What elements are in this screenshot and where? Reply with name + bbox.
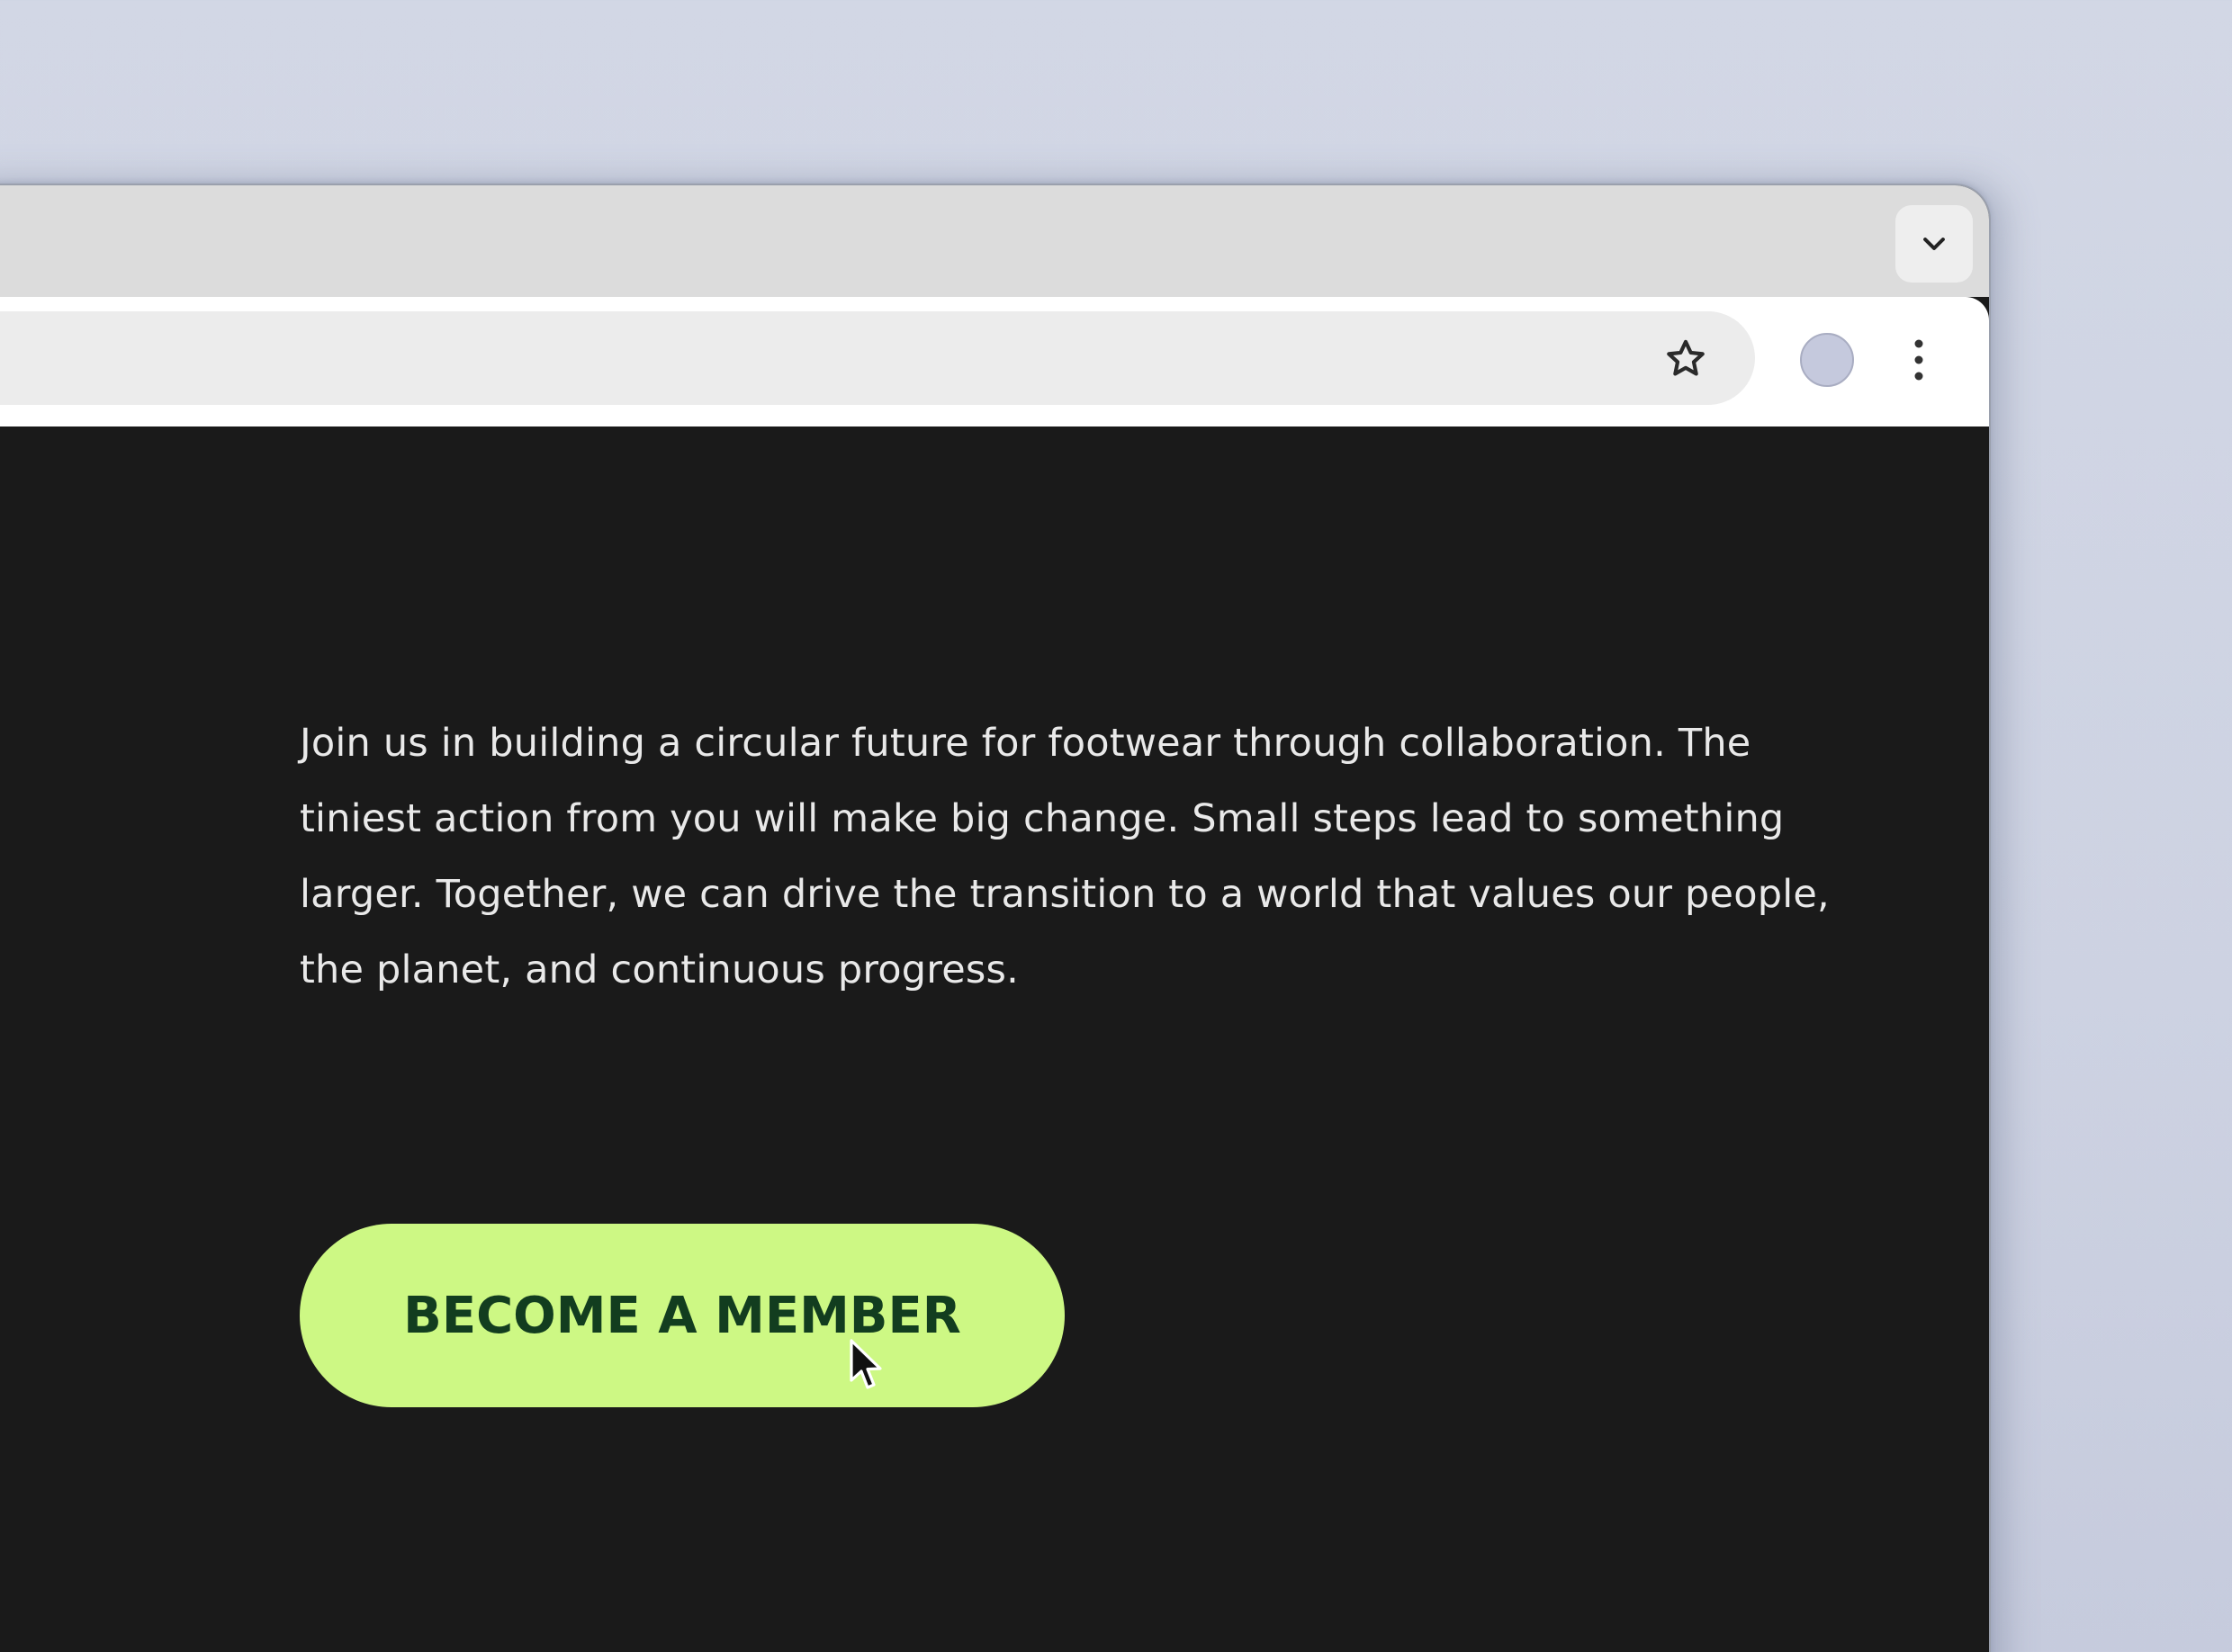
browser-menu-button[interactable] xyxy=(1892,333,1946,387)
bookmark-button[interactable] xyxy=(1661,335,1710,383)
address-bar[interactable] xyxy=(0,311,1755,405)
profile-avatar-button[interactable] xyxy=(1800,333,1854,387)
tab-search-button[interactable] xyxy=(1895,205,1973,283)
browser-toolbar xyxy=(0,297,1989,426)
chevron-down-icon xyxy=(1923,238,1945,250)
browser-window: Join us in building a circular future fo… xyxy=(0,184,1991,1652)
page-content: Join us in building a circular future fo… xyxy=(0,426,1989,1652)
mouse-pointer-icon xyxy=(850,1339,882,1389)
vertical-ellipsis-icon xyxy=(1914,339,1923,381)
tab-strip xyxy=(0,185,1989,297)
star-outline-icon xyxy=(1667,339,1705,376)
intro-paragraph: Join us in building a circular future fo… xyxy=(300,721,1830,992)
become-member-button[interactable]: BECOME A MEMBER xyxy=(300,1224,1065,1407)
